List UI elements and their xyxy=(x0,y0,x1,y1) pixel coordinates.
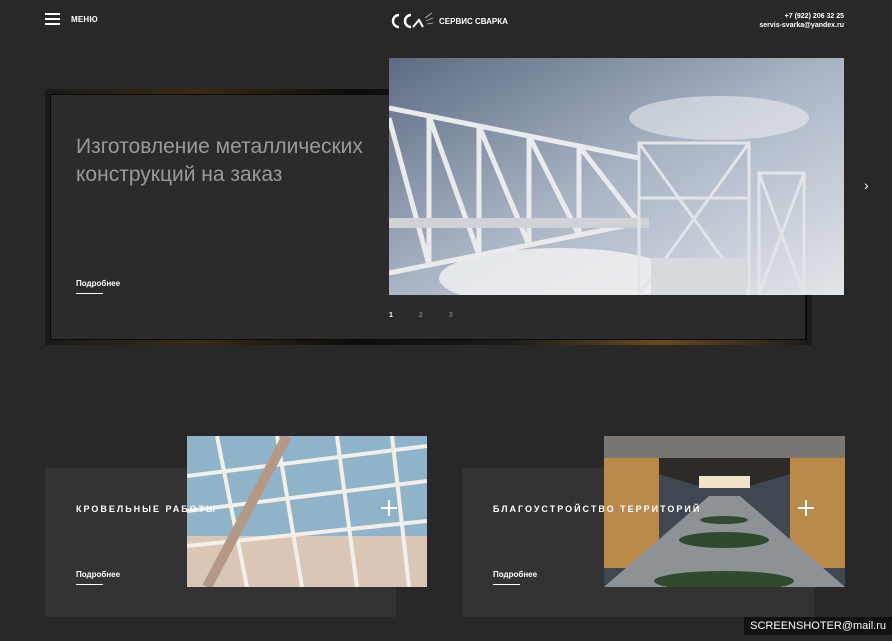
hero-title: Изготовление металлических конструкций н… xyxy=(76,135,363,186)
next-slide-icon[interactable]: › xyxy=(864,177,869,193)
plus-icon[interactable] xyxy=(798,500,814,516)
landscaping-more-link[interactable]: Подробнее xyxy=(493,570,537,585)
logo-text: СЕРВИС СВАРКА xyxy=(439,16,508,26)
menu-label: МЕНЮ xyxy=(71,14,98,24)
service-title-landscaping: БЛАГОУСТРОЙСТВО ТЕРРИТОРИЙ xyxy=(493,504,702,514)
email-link[interactable]: servis-svarka@yandex.ru xyxy=(759,21,844,30)
menu-button[interactable]: МЕНЮ xyxy=(45,13,98,25)
hero-image xyxy=(389,58,844,295)
logo-icon xyxy=(391,12,433,29)
service-title-roofing: КРОВЕЛЬНЫЕ РАБОТЫ xyxy=(76,504,217,514)
slide-dot-3[interactable]: 3 xyxy=(449,312,453,319)
contacts: +7 (922) 206 32 25 servis-svarka@yandex.… xyxy=(759,12,844,30)
hamburger-icon xyxy=(45,13,60,25)
logo[interactable]: СЕРВИС СВАРКА xyxy=(389,12,508,30)
phone-link[interactable]: +7 (922) 206 32 25 xyxy=(759,12,844,21)
roofing-more-link[interactable]: Подробнее xyxy=(76,570,120,585)
hero-more-link[interactable]: Подробнее xyxy=(76,279,120,294)
slider-pagination: 1 2 3 xyxy=(389,312,453,319)
screenshoter-watermark: SCREENSHOTER@mail.ru xyxy=(744,617,892,635)
slide-dot-1[interactable]: 1 xyxy=(389,312,393,319)
plus-icon[interactable] xyxy=(381,500,397,516)
slide-dot-2[interactable]: 2 xyxy=(419,312,423,319)
